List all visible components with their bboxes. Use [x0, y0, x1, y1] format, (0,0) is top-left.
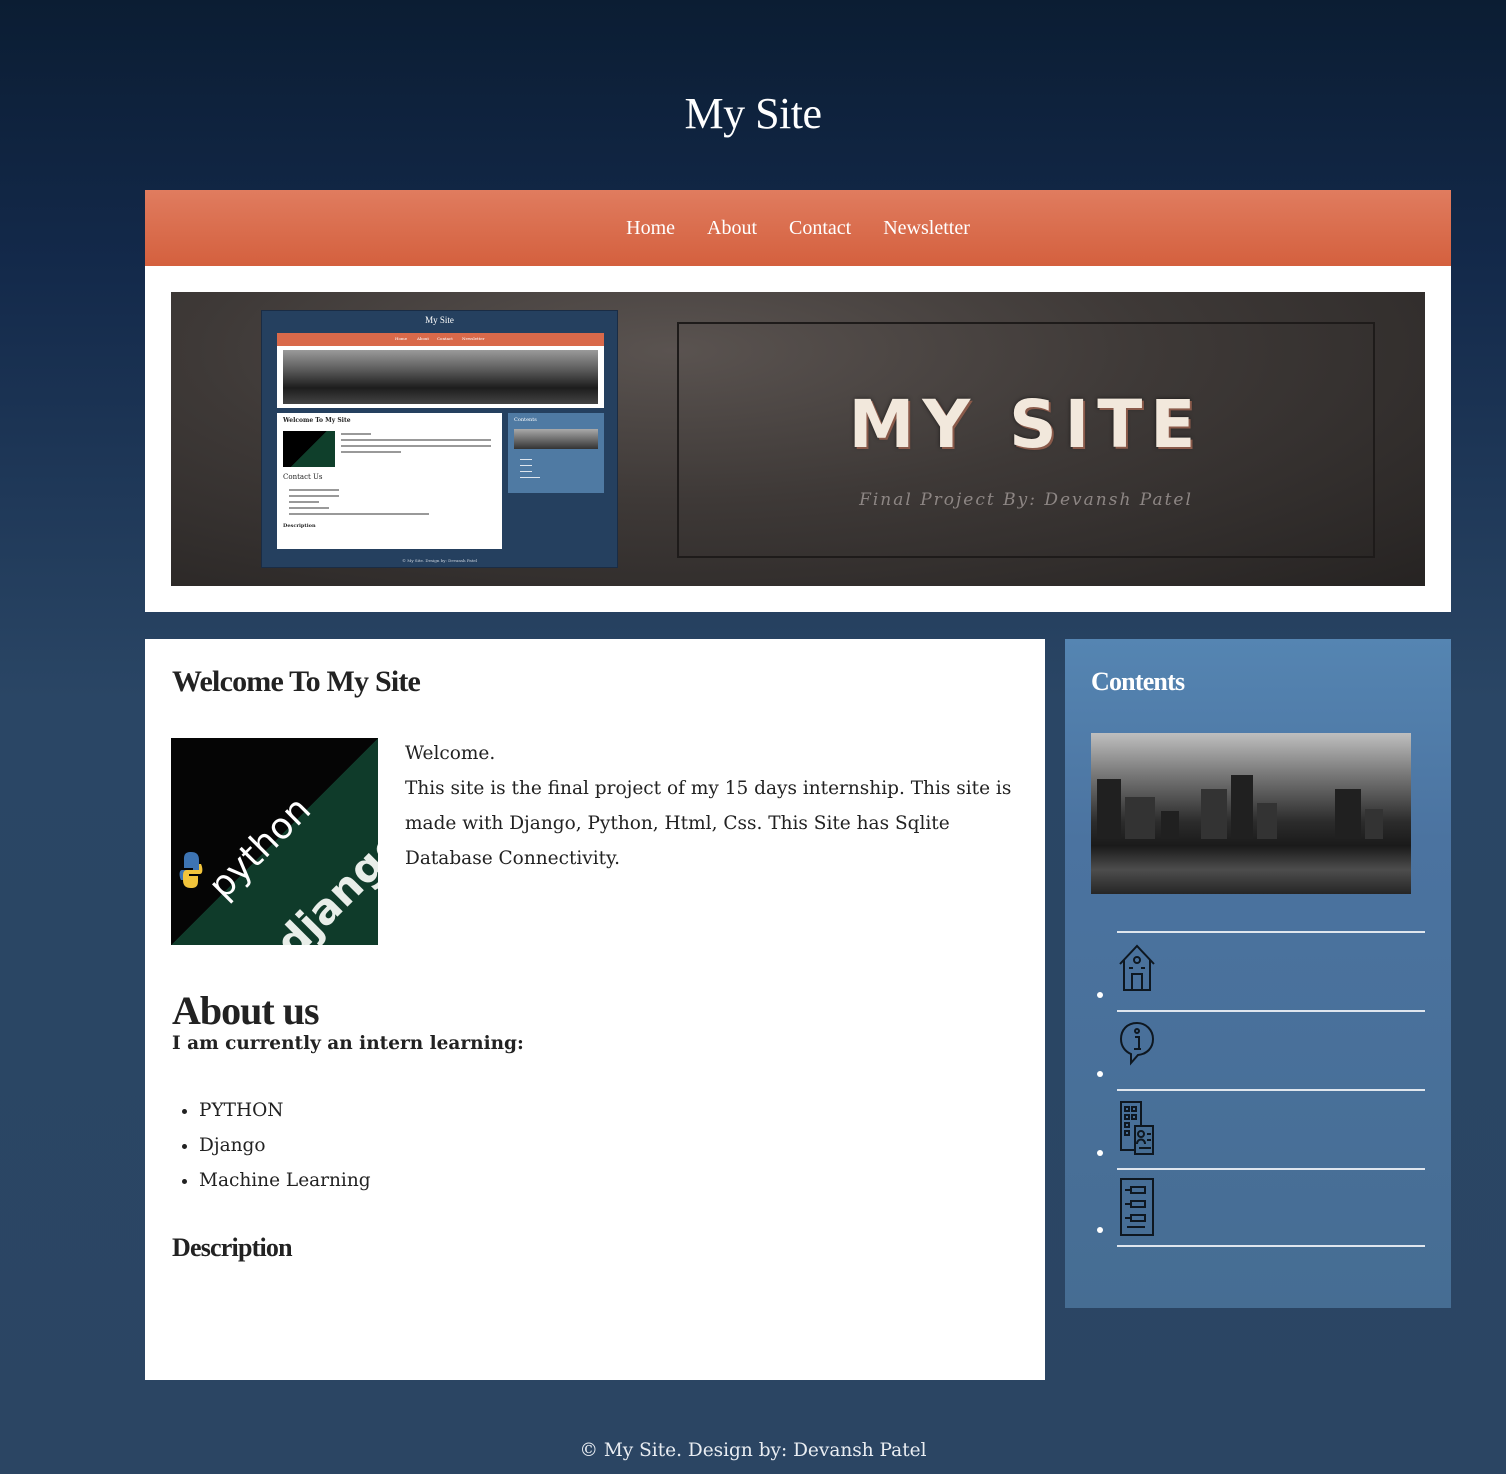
preview-link-line: [520, 477, 540, 478]
bullet-icon: [1097, 1150, 1103, 1156]
skyline-building: [1161, 811, 1179, 839]
preview-footer: © My Site. Design by: Devansh Patel: [401, 558, 478, 563]
intern-text: I am currently an intern learning:: [172, 1033, 524, 1054]
skyline-building: [1257, 803, 1277, 839]
preview-link-line: [520, 465, 532, 466]
skills-list: PYTHON Django Machine Learning: [199, 1093, 371, 1198]
preview-text-line: [289, 507, 329, 509]
preview-hero-image: [283, 350, 598, 404]
python-django-logo: python django: [171, 738, 378, 945]
main-content: Welcome To My Site python django Welcome…: [145, 639, 1045, 1380]
preview-text-line: [341, 445, 491, 447]
preview-sidebar-image: [514, 429, 598, 449]
skyline-building: [1201, 789, 1227, 839]
sidebar: Contents: [1065, 639, 1451, 1308]
preview-navbar: Home About Contact Newsletter: [277, 333, 604, 346]
banner-site-preview: My Site Home About Contact Newsletter We…: [261, 310, 618, 568]
preview-text-line: [341, 433, 371, 435]
preview-nav-item: Newsletter: [462, 336, 485, 341]
contents-heading: Contents: [1091, 667, 1185, 696]
preview-text-line: [341, 451, 401, 453]
main-navbar: Home About Contact Newsletter: [145, 190, 1451, 266]
preview-main: Welcome To My Site Contact Us Descriptio…: [277, 413, 502, 549]
skyline-building: [1125, 797, 1155, 839]
banner-image: My Site Home About Contact Newsletter We…: [171, 292, 1425, 586]
newsletter-icon[interactable]: [1117, 1177, 1157, 1237]
skyline-building: [1097, 779, 1121, 839]
preview-title: My Site: [425, 315, 454, 325]
welcome-line: Welcome.: [405, 743, 496, 764]
nav-newsletter-link[interactable]: Newsletter: [883, 217, 970, 240]
nav-home-link[interactable]: Home: [626, 217, 675, 240]
preview-hero: [277, 346, 604, 408]
about-heading: About us: [172, 988, 320, 1033]
preview-contact-heading: Contact Us: [283, 473, 323, 481]
nav-contact-link[interactable]: Contact: [789, 217, 851, 240]
bullet-icon: [1097, 992, 1103, 998]
banner-title: MY SITE: [848, 386, 1204, 463]
city-skyline-image: [1091, 733, 1411, 894]
sidebar-item-newsletter[interactable]: [1097, 1168, 1425, 1247]
sidebar-item-about[interactable]: [1097, 1010, 1425, 1089]
sidebar-item-home[interactable]: [1097, 931, 1425, 1010]
preview-nav-item: About: [417, 336, 430, 341]
skyline-building: [1231, 775, 1253, 839]
skill-item: Django: [199, 1128, 371, 1163]
preview-welcome-heading: Welcome To My Site: [283, 417, 351, 424]
preview-text-line: [289, 489, 339, 491]
sidebar-nav: [1097, 931, 1425, 1247]
preview-link-line: [520, 471, 532, 472]
preview-sidebar: Contents: [508, 413, 604, 493]
home-icon[interactable]: [1117, 940, 1157, 996]
banner-subtitle: Final Project By: Devansh Patel: [859, 490, 1193, 510]
preview-text-line: [289, 495, 339, 497]
welcome-text: Welcome. This site is the final project …: [405, 736, 1025, 876]
skyline-building: [1365, 809, 1383, 839]
bullet-icon: [1097, 1227, 1103, 1233]
preview-text-line: [289, 501, 319, 503]
building-contact-icon[interactable]: [1117, 1098, 1157, 1158]
preview-link-line: [520, 459, 532, 460]
preview-text-line: [289, 513, 429, 515]
python-snake-icon: [179, 852, 203, 888]
preview-nav-item: Home: [395, 336, 408, 341]
description-heading: Description: [172, 1233, 293, 1262]
site-title: My Site: [684, 89, 822, 138]
preview-contents-heading: Contents: [514, 417, 537, 423]
welcome-body: This site is the final project of my 15 …: [405, 778, 1012, 869]
sidebar-item-contact[interactable]: [1097, 1089, 1425, 1168]
welcome-heading: Welcome To My Site: [172, 665, 421, 698]
preview-logo: [283, 431, 335, 467]
info-icon[interactable]: [1117, 1019, 1157, 1075]
nav-about-link[interactable]: About: [707, 217, 757, 240]
skill-item: PYTHON: [199, 1093, 371, 1128]
logo-python-text: python: [201, 788, 320, 907]
preview-nav-item: Contact: [437, 336, 453, 341]
preview-description-heading: Description: [283, 523, 316, 529]
banner-section: My Site Home About Contact Newsletter We…: [145, 266, 1451, 612]
preview-text-line: [341, 439, 491, 441]
skyline-building: [1335, 789, 1361, 839]
banner-frame: MY SITE Final Project By: Devansh Patel: [677, 322, 1375, 558]
footer-text: © My Site. Design by: Devansh Patel: [579, 1440, 927, 1461]
bullet-icon: [1097, 1071, 1103, 1077]
skill-item: Machine Learning: [199, 1163, 371, 1198]
